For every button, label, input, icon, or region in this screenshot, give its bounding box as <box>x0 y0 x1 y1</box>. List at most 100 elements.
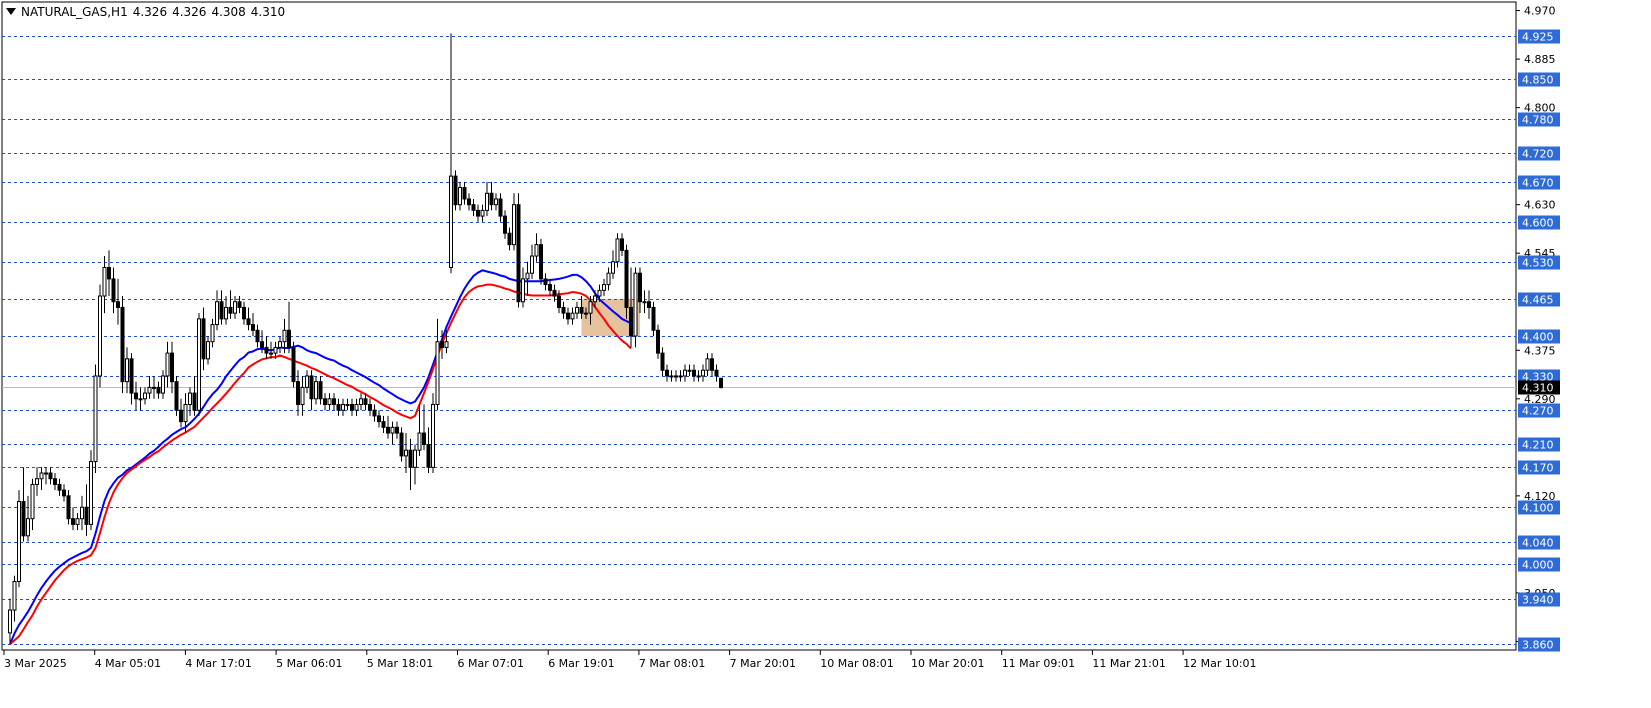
candle-bull[interactable] <box>93 375 98 463</box>
candle-bear[interactable] <box>116 301 120 308</box>
candle-bear[interactable] <box>620 238 624 251</box>
candle-bull[interactable] <box>305 375 309 388</box>
candle-bull[interactable] <box>431 404 435 468</box>
candle-bear[interactable] <box>21 501 26 537</box>
candle-bear[interactable] <box>651 306 656 331</box>
candle-bear[interactable] <box>66 495 71 520</box>
candle-bear[interactable] <box>228 306 233 314</box>
candle-bear[interactable] <box>318 381 323 400</box>
candle-bull[interactable] <box>480 209 485 217</box>
candle-bear[interactable] <box>174 381 179 411</box>
candle-bull[interactable] <box>183 404 188 423</box>
dropdown-triangle-icon[interactable] <box>6 8 16 15</box>
candle-bear[interactable] <box>624 249 629 308</box>
candle-bull[interactable] <box>44 472 48 475</box>
candle-bear[interactable] <box>48 472 53 480</box>
candle-bear[interactable] <box>476 209 480 217</box>
candle-bull[interactable] <box>678 375 683 378</box>
candle-bull[interactable] <box>683 369 687 377</box>
candle-bear[interactable] <box>156 386 161 394</box>
candle-bear[interactable] <box>201 318 206 360</box>
candle-bear[interactable] <box>107 266 111 280</box>
candle-bull[interactable] <box>165 352 170 377</box>
candle-bear[interactable] <box>336 404 341 411</box>
candle-bull[interactable] <box>435 341 440 406</box>
candle-bull[interactable] <box>35 478 39 485</box>
candle-bull[interactable] <box>210 324 215 343</box>
candle-bull[interactable] <box>534 244 539 257</box>
candle-bear[interactable] <box>543 278 548 286</box>
candle-bull[interactable] <box>233 301 237 314</box>
candle-bear[interactable] <box>467 198 471 206</box>
candle-bull[interactable] <box>570 312 575 320</box>
candle-bull[interactable] <box>530 255 534 274</box>
candle-bear[interactable] <box>192 392 197 411</box>
candle-bull[interactable] <box>417 432 422 451</box>
candle-bull[interactable] <box>525 272 530 280</box>
candle-bear[interactable] <box>557 295 561 308</box>
candle-bull[interactable] <box>404 449 408 457</box>
candle-bull[interactable] <box>701 369 705 377</box>
candle-bull[interactable] <box>611 261 615 274</box>
candle-bear[interactable] <box>251 324 255 331</box>
candle-bull[interactable] <box>341 404 345 411</box>
candle-bear[interactable] <box>264 346 269 354</box>
candle-bear[interactable] <box>120 306 125 383</box>
candle-bear[interactable] <box>381 421 386 428</box>
candle-bull[interactable] <box>444 341 449 348</box>
candle-bear[interactable] <box>399 432 404 457</box>
candle-bull[interactable] <box>521 278 525 303</box>
candle-bear[interactable] <box>579 306 584 314</box>
candle-bull[interactable] <box>485 192 489 211</box>
candle-bull[interactable] <box>588 301 593 314</box>
price-chart[interactable]: 4.9704.8854.8004.6304.5454.3754.2904.120… <box>0 0 1651 708</box>
candle-bull[interactable] <box>345 404 350 407</box>
candle-bull[interactable] <box>584 312 588 315</box>
candle-bear[interactable] <box>714 369 719 377</box>
candle-bull[interactable] <box>359 398 363 406</box>
candle-bear[interactable] <box>377 415 381 423</box>
candle-bull[interactable] <box>642 301 647 304</box>
candle-bear[interactable] <box>498 198 503 217</box>
candle-bull[interactable] <box>327 398 332 406</box>
candle-bear[interactable] <box>660 352 665 371</box>
candle-bear[interactable] <box>237 301 242 308</box>
candle-bull[interactable] <box>147 386 152 394</box>
candle-bull[interactable] <box>278 341 282 348</box>
candle-bear[interactable] <box>489 192 494 206</box>
candle-bull[interactable] <box>224 306 228 320</box>
candle-bear[interactable] <box>246 318 251 326</box>
candle-bear[interactable] <box>84 506 89 525</box>
candle-bear[interactable] <box>422 432 426 445</box>
candle-bear[interactable] <box>647 301 651 308</box>
candle-bear[interactable] <box>386 426 390 434</box>
candle-bear[interactable] <box>368 404 372 411</box>
candle-bull[interactable] <box>314 381 318 400</box>
candle-bull[interactable] <box>125 358 129 383</box>
candle-bull[interactable] <box>269 352 273 355</box>
candle-bull[interactable] <box>413 449 417 468</box>
candle-bull[interactable] <box>143 392 147 400</box>
candle-bull[interactable] <box>215 301 219 326</box>
candle-bull[interactable] <box>633 272 638 337</box>
candle-bear[interactable] <box>287 329 291 348</box>
candle-bull[interactable] <box>273 346 278 354</box>
candle-bull[interactable] <box>512 204 516 246</box>
candle-bear[interactable] <box>323 398 327 406</box>
candle-bull[interactable] <box>615 238 620 263</box>
candle-bull[interactable] <box>390 426 395 434</box>
candle-bull[interactable] <box>449 175 453 268</box>
candle-bull[interactable] <box>138 398 143 401</box>
candle-bull[interactable] <box>197 318 201 411</box>
candle-bull[interactable] <box>80 506 84 520</box>
candle-bear[interactable] <box>507 232 512 246</box>
candle-bear[interactable] <box>179 409 183 423</box>
candle-bear[interactable] <box>408 449 413 468</box>
candle-bear[interactable] <box>219 301 224 320</box>
candle-bear[interactable] <box>471 204 476 211</box>
candle-bull[interactable] <box>575 306 579 314</box>
candle-bull[interactable] <box>300 386 305 406</box>
candle-bear[interactable] <box>170 352 174 383</box>
candle-bear[interactable] <box>395 426 399 434</box>
candle-bear[interactable] <box>134 392 138 400</box>
